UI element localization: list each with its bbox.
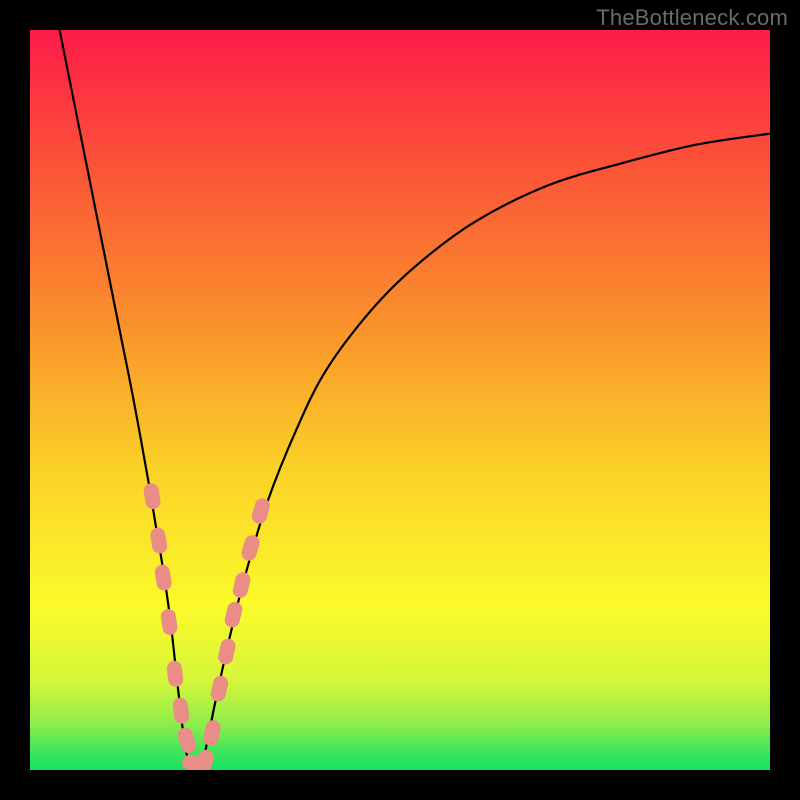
chart-frame: TheBottleneck.com <box>0 0 800 800</box>
bottleneck-chart <box>30 30 770 770</box>
watermark-label: TheBottleneck.com <box>596 5 788 31</box>
gradient-background <box>30 30 770 770</box>
plot-area <box>30 30 770 770</box>
